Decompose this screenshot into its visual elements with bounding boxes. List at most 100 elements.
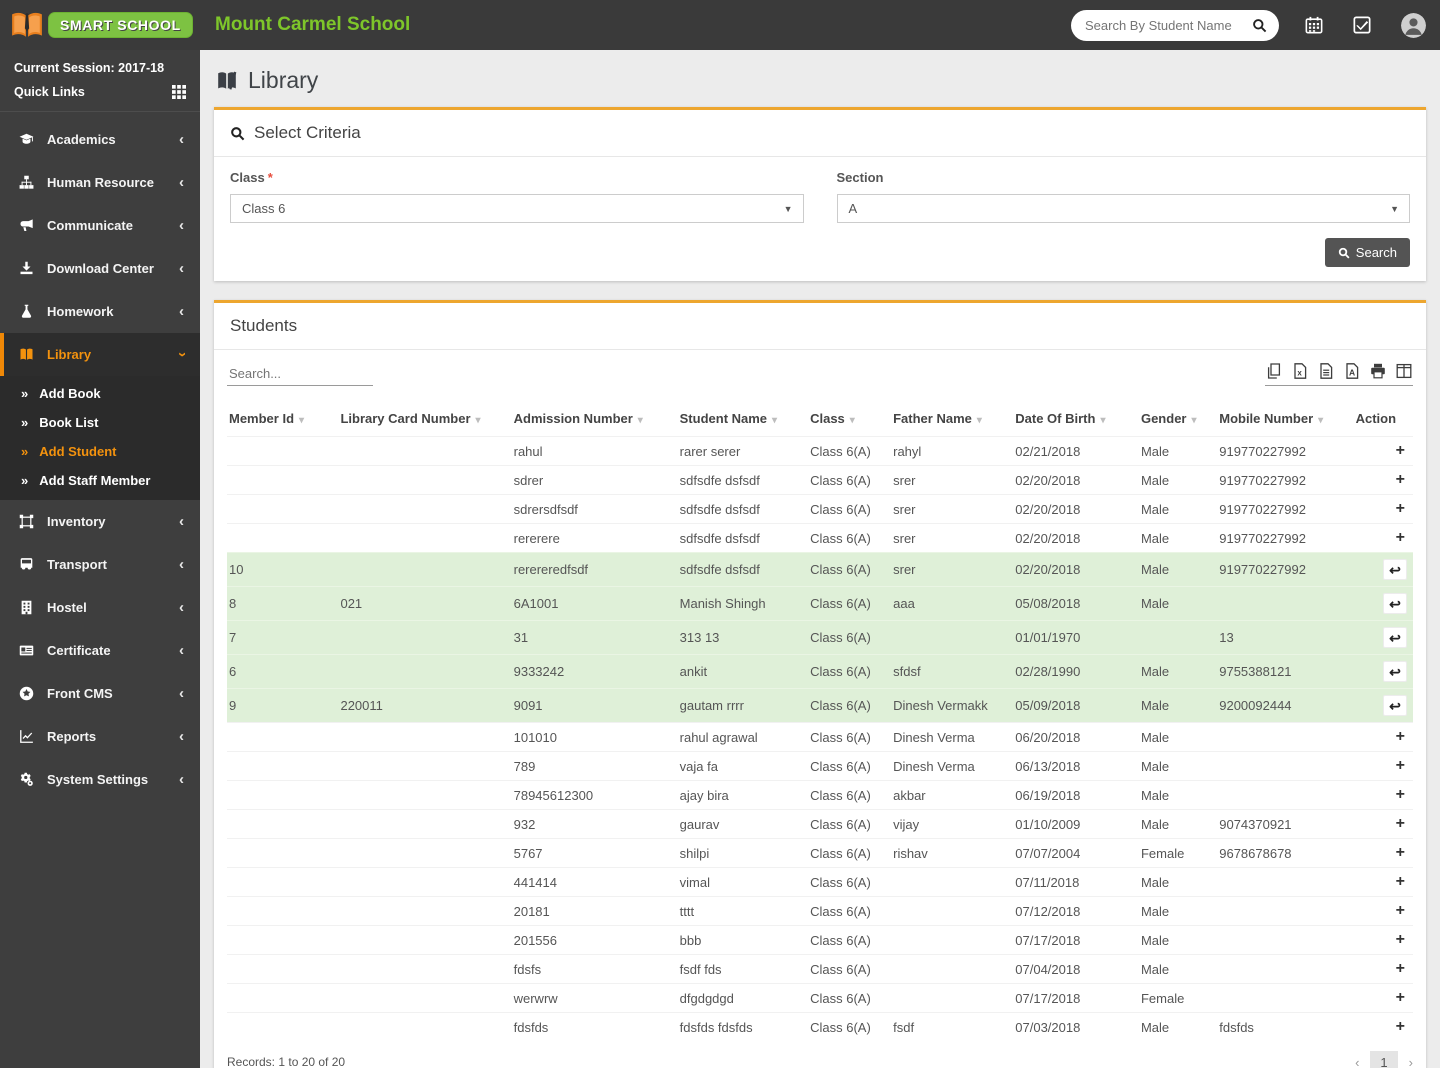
add-member-button[interactable]: + [1394,1019,1407,1035]
sidebar-subitem-book-list[interactable]: »Book List [0,408,200,437]
cell-father-name: Dinesh Verma [891,723,1013,752]
add-member-button[interactable]: + [1394,758,1407,774]
add-member-button[interactable]: + [1394,787,1407,803]
sidebar-item-reports[interactable]: Reports‹ [0,715,200,758]
sidebar-item-academics[interactable]: Academics‹ [0,118,200,161]
chevron-left-icon: ‹ [179,771,184,788]
return-book-button[interactable]: ↩ [1383,559,1407,580]
cell-member-id [227,723,338,752]
column-header-admission-number[interactable]: Admission Number▾ [512,403,678,437]
table-row: werwrwdfgdgdgdClass 6(A)07/17/2018Female… [227,984,1413,1013]
sidebar-subitem-add-book[interactable]: »Add Book [0,379,200,408]
sort-caret-icon: ▾ [1100,415,1105,426]
add-member-button[interactable]: + [1394,903,1407,919]
sidebar-subitem-add-student[interactable]: »Add Student [0,437,200,466]
main-content: Library Select Criteria Class* Class 6 ▼… [200,50,1440,1068]
sidebar-item-system-settings[interactable]: System Settings‹ [0,758,200,801]
column-header-mobile-number[interactable]: Mobile Number▾ [1217,403,1353,437]
cell-mobile-number [1217,868,1353,897]
return-book-button[interactable]: ↩ [1383,627,1407,648]
search-icon[interactable] [1252,18,1267,33]
csv-export-button[interactable] [1318,363,1334,379]
cell-mobile-number [1217,723,1353,752]
sidebar-item-label: Communicate [47,218,133,233]
sidebar-item-label: Human Resource [47,175,154,190]
add-member-button[interactable]: + [1394,530,1407,546]
return-book-button[interactable]: ↩ [1383,593,1407,614]
cell-student-name: sdfsdfe dsfsdf [678,553,808,587]
app-logo[interactable]: SMART SCHOOL [0,10,200,40]
add-member-button[interactable]: + [1394,874,1407,890]
sidebar-item-hostel[interactable]: Hostel‹ [0,586,200,629]
cell-mobile-number: 919770227992 [1217,466,1353,495]
add-member-button[interactable]: + [1394,729,1407,745]
column-header-gender[interactable]: Gender▾ [1139,403,1217,437]
copy-export-button[interactable] [1266,363,1282,379]
sidebar-item-label: Certificate [47,643,111,658]
chevron-down-icon: ▼ [784,204,793,214]
cell-student-name: gautam rrrr [678,689,808,723]
cell-admission-number: 78945612300 [512,781,678,810]
cell-class: Class 6(A) [808,926,891,955]
add-member-button[interactable]: + [1394,932,1407,948]
communicate-icon [19,218,34,233]
add-member-button[interactable]: + [1394,845,1407,861]
cell-father-name [891,868,1013,897]
column-header-class[interactable]: Class▾ [808,403,891,437]
svg-text:x: x [1297,368,1302,377]
return-book-button[interactable]: ↩ [1383,695,1407,716]
pdf-export-button[interactable]: A [1344,363,1360,379]
user-avatar[interactable] [1401,13,1426,38]
column-header-member-id[interactable]: Member Id▾ [227,403,338,437]
print-export-button[interactable] [1370,363,1386,379]
column-header-label: Father Name [893,411,972,426]
tasks-icon[interactable] [1353,16,1371,34]
sidebar-item-transport[interactable]: Transport‹ [0,543,200,586]
sidebar-item-certificate[interactable]: Certificate‹ [0,629,200,672]
cell-member-id [227,926,338,955]
cell-action: + [1354,781,1413,810]
sidebar-item-label: Inventory [47,514,106,529]
cell-gender: Male [1139,655,1217,689]
current-page-button[interactable]: 1 [1370,1051,1397,1068]
calendar-icon[interactable] [1305,16,1323,34]
cell-class: Class 6(A) [808,689,891,723]
criteria-search-icon [230,126,245,141]
column-header-date-of-birth[interactable]: Date Of Birth▾ [1013,403,1139,437]
quick-links[interactable]: Quick Links [14,85,186,99]
sidebar-subitem-add-staff-member[interactable]: »Add Staff Member [0,466,200,495]
add-member-button[interactable]: + [1394,501,1407,517]
column-header-library-card-number[interactable]: Library Card Number▾ [338,403,511,437]
sidebar-item-human-resource[interactable]: Human Resource‹ [0,161,200,204]
cell-member-id: 10 [227,553,338,587]
add-member-button[interactable]: + [1394,990,1407,1006]
sidebar-item-homework[interactable]: Homework‹ [0,290,200,333]
double-chevron-icon: » [21,444,28,459]
add-member-button[interactable]: + [1394,472,1407,488]
sidebar-item-label: Hostel [47,600,87,615]
sidebar-item-communicate[interactable]: Communicate‹ [0,204,200,247]
sidebar-item-front-cms[interactable]: Front CMS‹ [0,672,200,715]
cell-action: + [1354,984,1413,1013]
sidebar-menu: Academics‹Human Resource‹Communicate‹Dow… [0,118,200,801]
excel-export-button[interactable]: x [1292,363,1308,379]
class-select[interactable]: Class 6 ▼ [230,194,804,223]
search-button[interactable]: Search [1325,238,1410,267]
add-member-button[interactable]: + [1394,816,1407,832]
column-header-father-name[interactable]: Father Name▾ [891,403,1013,437]
cell-action: ↩ [1354,689,1413,723]
add-member-button[interactable]: + [1394,961,1407,977]
sidebar-item-download-center[interactable]: Download Center‹ [0,247,200,290]
sidebar-item-inventory[interactable]: Inventory‹ [0,500,200,543]
column-header-student-name[interactable]: Student Name▾ [678,403,808,437]
prev-page-button[interactable]: ‹ [1355,1055,1359,1068]
return-book-button[interactable]: ↩ [1383,661,1407,682]
cell-library-card-number: 021 [338,587,511,621]
table-search-input[interactable] [227,362,373,386]
student-search-input[interactable] [1083,17,1252,34]
section-select[interactable]: A ▼ [837,194,1411,223]
columns-export-button[interactable] [1396,363,1412,379]
add-member-button[interactable]: + [1394,443,1407,459]
sidebar-item-library[interactable]: Library‹ [0,333,200,376]
next-page-button[interactable]: › [1409,1055,1413,1068]
